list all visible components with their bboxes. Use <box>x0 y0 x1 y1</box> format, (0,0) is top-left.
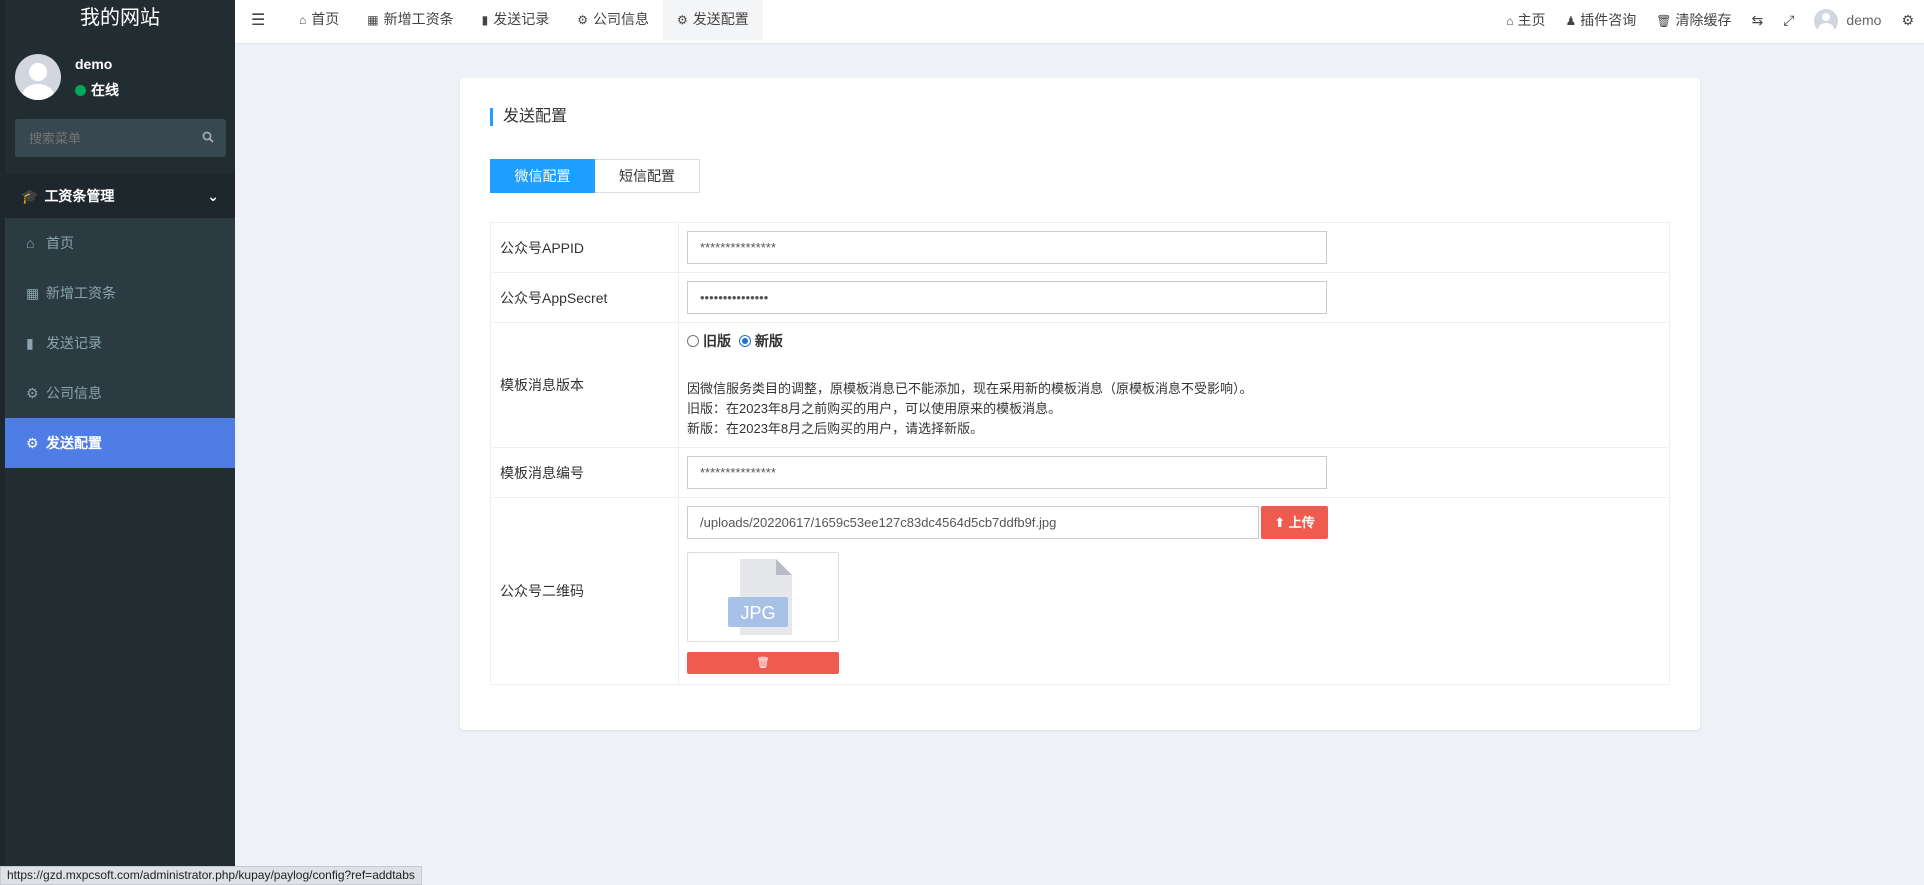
nav-list: ⌂ 首页 ▦ 新增工资条 ▮ 发送记录 ⚙ 公司信息 ⚙ 发送配置 <box>5 218 235 468</box>
trash-icon: 🗑 <box>756 657 770 669</box>
config-subtabs: 微信配置 短信配置 <box>490 159 700 193</box>
sidebar: 我的网站 demo 在线 🎓工资条管理 ⌄ ⌂首页 ▦新增工资条 ▮发送记录 ⚙… <box>5 0 235 885</box>
top-right-tools: ⌂ 主页 ♟ 插件咨询 🗑 清除缓存 ⇆ ⤢ demo ⚙ <box>1496 0 1924 40</box>
tab-sms-config[interactable]: 短信配置 <box>595 159 700 193</box>
clear-cache-button[interactable]: 🗑 清除缓存 <box>1646 1 1741 40</box>
version-radio-group: 旧版 新版 <box>687 331 1661 351</box>
radio-old[interactable] <box>687 335 699 347</box>
user-avatar <box>15 54 61 100</box>
tab-company-info[interactable]: ⚙ 公司信息 <box>563 0 663 40</box>
user-avatar-small <box>1814 9 1839 34</box>
graduation-cap-icon: 🎓 <box>21 188 39 204</box>
version-notes: 因微信服务类目的调整，原模板消息已不能添加，现在采用新的模板消息（原模板消息不受… <box>687 379 1661 439</box>
version-label: 模板消息版本 <box>490 322 679 448</box>
upload-icon: ⬆ <box>1274 515 1289 530</box>
tab-new-payslip[interactable]: ▦ 新增工资条 <box>353 0 467 40</box>
qrcode-thumbnail[interactable]: JPG <box>687 552 839 642</box>
menu-toggle-icon[interactable]: ☰ <box>251 10 265 30</box>
file-icon: ▮ <box>481 13 489 27</box>
config-card: 发送配置 微信配置 短信配置 公众号APPID *************** … <box>460 78 1700 730</box>
upload-button[interactable]: ⬆ 上传 <box>1261 506 1328 539</box>
secret-label: 公众号AppSecret <box>490 272 679 323</box>
gears-icon: ⚙ <box>1901 12 1914 28</box>
jpg-file-icon: JPG <box>728 559 792 635</box>
version-note: 新版：在2023年8月之后购买的用户，请选择新版。 <box>687 421 984 436</box>
cogs-icon: ⚙ <box>26 385 39 401</box>
home-icon: ⌂ <box>26 235 35 251</box>
search-icon[interactable] <box>202 131 214 146</box>
form-row-secret: 公众号AppSecret ••••••••••••••• <box>490 272 1670 323</box>
qq-icon: ♟ <box>1565 13 1577 28</box>
home-icon: ⌂ <box>1506 13 1514 28</box>
secret-input[interactable]: ••••••••••••••• <box>687 281 1327 314</box>
tab-send-config[interactable]: ⚙ 发送配置 <box>662 0 763 40</box>
tab-home[interactable]: ⌂ 首页 <box>285 0 353 40</box>
calendar-icon: ▦ <box>367 13 379 27</box>
topbar: ☰ ⌂ 首页 ▦ 新增工资条 ▮ 发送记录 ⚙ 公司信息 ⚙ 发送配置 ⌂ 主页 ♟ 插件咨询… <box>235 0 1924 44</box>
cogs-icon: ⚙ <box>26 435 39 451</box>
tab-wechat-config[interactable]: 微信配置 <box>490 159 595 193</box>
version-new-option[interactable]: 新版 <box>738 333 783 349</box>
settings-button[interactable]: ⚙ <box>1891 1 1924 39</box>
qrcode-path-input[interactable]: /uploads/20220617/1659c53ee127c83dc4564d… <box>687 506 1259 539</box>
menu-search <box>15 119 226 157</box>
menu-search-input[interactable] <box>15 119 195 157</box>
chevron-down-icon: ⌄ <box>207 188 219 204</box>
fullscreen-button[interactable]: ⤢ <box>1773 1 1804 39</box>
plugin-consult-link[interactable]: ♟ 插件咨询 <box>1555 1 1646 40</box>
trash-icon: 🗑 <box>1656 13 1672 28</box>
template-label: 模板消息编号 <box>490 447 679 498</box>
version-note: 旧版：在2023年8月之前购买的用户，可以使用原来的模板消息。 <box>687 401 1062 416</box>
appid-label: 公众号APPID <box>490 222 679 273</box>
nav-item-new-payslip[interactable]: ▦ 新增工资条 <box>5 268 235 318</box>
home-link[interactable]: ⌂ 主页 <box>1496 1 1555 40</box>
translate-button[interactable]: ⇆ <box>1741 1 1773 39</box>
form-row-qrcode: 公众号二维码 /uploads/20220617/1659c53ee127c83… <box>490 497 1670 685</box>
calendar-icon: ▦ <box>26 285 40 301</box>
browser-status-url: https://gzd.mxpcsoft.com/administrator.p… <box>0 866 422 885</box>
form-row-version: 模板消息版本 旧版 新版 因微信服务类目的调整，原模板消息已不能添加，现在采用新… <box>490 322 1670 448</box>
fullscreen-icon: ⤢ <box>1783 12 1795 28</box>
cogs-icon: ⚙ <box>676 13 688 27</box>
delete-image-button[interactable]: 🗑 <box>687 652 839 674</box>
page-tabs: ⌂ 首页 ▦ 新增工资条 ▮ 发送记录 ⚙ 公司信息 ⚙ 发送配置 <box>285 0 763 40</box>
radio-new[interactable] <box>738 335 751 347</box>
tab-send-log[interactable]: ▮ 发送记录 <box>468 0 564 40</box>
qrcode-label: 公众号二维码 <box>490 497 679 685</box>
template-input[interactable]: *************** <box>687 456 1327 489</box>
nav-group-payroll[interactable]: 🎓 工资条管理 ⌄ <box>5 174 235 218</box>
nav-item-company-info[interactable]: ⚙ 公司信息 <box>5 368 235 418</box>
nav-item-send-log[interactable]: ▮ 发送记录 <box>5 318 235 368</box>
online-dot-icon <box>75 85 86 96</box>
form-row-appid: 公众号APPID *************** <box>490 222 1670 273</box>
form-row-template: 模板消息编号 *************** <box>490 447 1670 498</box>
config-form: 公众号APPID *************** 公众号AppSecret ••… <box>490 222 1670 685</box>
translate-icon: ⇆ <box>1751 12 1764 28</box>
page-title: 发送配置 <box>490 108 567 126</box>
home-icon: ⌂ <box>299 13 307 27</box>
file-icon: ▮ <box>26 335 34 351</box>
nav-item-send-config[interactable]: ⚙ 发送配置 <box>5 418 235 468</box>
user-name: demo <box>75 56 113 72</box>
site-logo[interactable]: 我的网站 <box>5 0 235 40</box>
svg-text:JPG: JPG <box>740 603 775 623</box>
user-status: 在线 <box>75 80 119 100</box>
version-old-option[interactable]: 旧版 <box>687 333 731 349</box>
version-note: 因微信服务类目的调整，原模板消息已不能添加，现在采用新的模板消息（原模板消息不受… <box>687 381 1253 396</box>
user-menu[interactable]: demo <box>1804 1 1891 39</box>
nav-item-home[interactable]: ⌂ 首页 <box>5 218 235 268</box>
cogs-icon: ⚙ <box>577 13 588 27</box>
qrcode-upload-row: /uploads/20220617/1659c53ee127c83dc4564d… <box>687 506 1661 539</box>
appid-input[interactable]: *************** <box>687 231 1327 264</box>
